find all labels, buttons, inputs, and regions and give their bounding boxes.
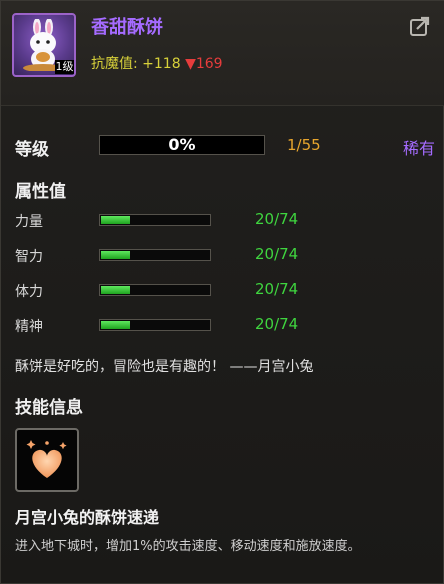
avatar-level-badge: 1级 (55, 60, 74, 74)
attr-value: 20/74 (255, 245, 299, 263)
skill-name: 月宫小兔的酥饼速递 (15, 508, 160, 527)
heart-icon[interactable] (15, 428, 79, 492)
attr-bar-fill (101, 251, 130, 259)
level-label: 等级 (15, 140, 49, 160)
attr-name: 精神 (15, 319, 43, 335)
skill-section-title: 技能信息 (15, 398, 83, 418)
attr-bar (99, 214, 211, 226)
attr-value: 20/74 (255, 210, 299, 228)
attr-name: 力量 (15, 214, 43, 230)
item-name: 香甜酥饼 (91, 17, 163, 38)
attr-name: 体力 (15, 284, 43, 300)
attr-bar-fill (101, 321, 130, 329)
resist-stat: 抗魔值: +118 ▼169 (91, 53, 223, 73)
attr-value: 20/74 (255, 315, 299, 333)
resist-label: 抗魔值: (91, 56, 138, 72)
level-progress-bar: 0% (99, 135, 265, 155)
pet-tooltip-panel: 1级 香甜酥饼 抗魔值: +118 ▼169 等级 0% 1/55 稀有 属性值… (0, 0, 444, 584)
attr-value: 20/74 (255, 280, 299, 298)
attributes-title: 属性值 (15, 182, 66, 202)
attr-bar-fill (101, 286, 130, 294)
rarity-label: 稀有 (402, 139, 435, 158)
attr-row-spirit: 精神 20/74 (15, 315, 315, 336)
export-icon[interactable] (409, 15, 431, 37)
attr-bar (99, 249, 211, 261)
attr-bar (99, 284, 211, 296)
attr-name: 智力 (15, 249, 43, 265)
tooltip-header: 1级 香甜酥饼 抗魔值: +118 ▼169 (1, 1, 444, 106)
attr-bar (99, 319, 211, 331)
rabbit-avatar-icon: 1级 (12, 13, 76, 77)
attr-bar-fill (101, 216, 130, 224)
resist-plus: +118 (142, 56, 181, 72)
level-count: 1/55 (287, 136, 321, 154)
resist-minus: ▼169 (185, 56, 223, 72)
attr-row-intelligence: 智力 20/74 (15, 245, 315, 266)
attr-row-strength: 力量 20/74 (15, 210, 315, 231)
flavor-quote: 酥饼是好吃的，冒险也是有趣的！ ——月宫小兔 (15, 359, 314, 375)
skill-description: 进入地下城时，增加1%的攻击速度、移动速度和施放速度。 (15, 539, 361, 554)
level-row: 等级 0% 1/55 稀有 (15, 135, 435, 160)
attr-row-vitality: 体力 20/74 (15, 280, 315, 301)
